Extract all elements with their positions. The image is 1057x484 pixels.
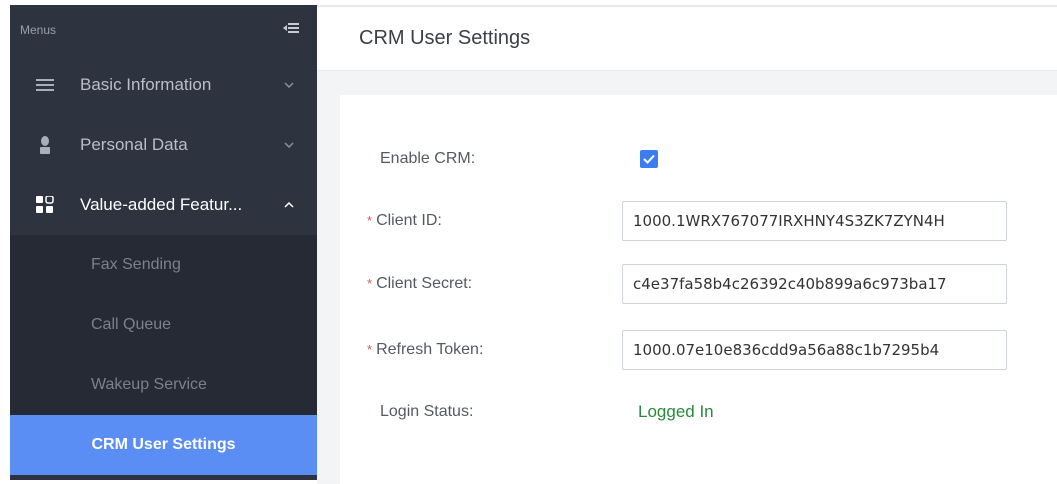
refresh-token-label-text: Refresh Token: bbox=[376, 341, 484, 358]
sidebar-item-value-added-features[interactable]: Value-added Featur... bbox=[10, 175, 317, 235]
client-secret-label: * Client Secret: bbox=[360, 275, 622, 293]
enable-crm-row: Enable CRM: bbox=[360, 139, 1050, 179]
client-id-label-text: Client ID: bbox=[376, 212, 442, 229]
sidebar-submenu: Fax Sending Call Queue Wakeup Service CR… bbox=[10, 235, 317, 475]
user-icon bbox=[34, 136, 56, 154]
client-id-row: * Client ID: bbox=[360, 201, 1050, 241]
required-marker: * bbox=[367, 213, 373, 228]
sidebar-subitem-crm-user-settings[interactable]: CRM User Settings bbox=[10, 415, 317, 475]
chevron-down-icon bbox=[281, 79, 297, 91]
checkmark-icon bbox=[643, 154, 655, 164]
sidebar-item-label: Personal Data bbox=[80, 135, 188, 154]
page-header: CRM User Settings bbox=[317, 5, 1057, 71]
sidebar-subitem-fax-sending[interactable]: Fax Sending bbox=[10, 235, 317, 295]
sidebar-subitem-call-queue[interactable]: Call Queue bbox=[10, 295, 317, 355]
chevron-up-icon bbox=[281, 199, 297, 211]
refresh-token-input[interactable] bbox=[622, 330, 1007, 370]
login-status-row: Login Status: Logged In bbox=[360, 392, 1050, 432]
client-id-input[interactable] bbox=[622, 201, 1007, 241]
refresh-token-row: * Refresh Token: bbox=[360, 330, 1050, 370]
client-secret-row: * Client Secret: bbox=[360, 264, 1050, 304]
login-status-value: Logged In bbox=[638, 402, 714, 421]
client-secret-input[interactable] bbox=[622, 264, 1007, 304]
sidebar-item-personal-data[interactable]: Personal Data bbox=[10, 115, 317, 175]
refresh-token-label: * Refresh Token: bbox=[360, 341, 622, 359]
grid-icon bbox=[34, 196, 56, 214]
menus-label: Menus bbox=[20, 23, 57, 37]
sidebar-header: Menus bbox=[10, 5, 317, 55]
enable-crm-label: Enable CRM: bbox=[380, 150, 476, 167]
required-marker: * bbox=[367, 342, 373, 357]
list-icon bbox=[34, 78, 56, 92]
required-marker: * bbox=[367, 276, 373, 291]
chevron-down-icon bbox=[281, 139, 297, 151]
collapse-menu-icon[interactable] bbox=[283, 21, 299, 39]
enable-crm-checkbox[interactable] bbox=[640, 150, 658, 168]
sidebar-item-label: Value-added Featur... bbox=[80, 195, 243, 214]
sidebar-item-label: Basic Information bbox=[80, 75, 212, 94]
sidebar-subitem-wakeup-service[interactable]: Wakeup Service bbox=[10, 355, 317, 415]
login-status-label: Login Status: bbox=[380, 403, 474, 420]
page-title: CRM User Settings bbox=[359, 27, 531, 49]
client-secret-label-text: Client Secret: bbox=[376, 275, 473, 292]
sidebar: Menus Basic Information Personal Data Va… bbox=[10, 5, 317, 480]
client-id-label: * Client ID: bbox=[360, 212, 622, 230]
settings-card: Enable CRM: *Client ID: *Client Secret: … bbox=[340, 95, 1057, 484]
sidebar-item-basic-information[interactable]: Basic Information bbox=[10, 55, 317, 115]
